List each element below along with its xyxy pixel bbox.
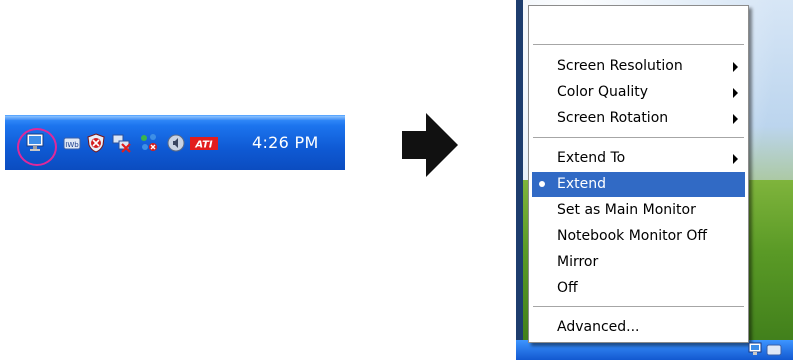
menu-separator xyxy=(533,137,744,139)
security-shield-icon[interactable] xyxy=(85,132,107,154)
menu-separator xyxy=(533,44,744,46)
menu-item-label: Set as Main Monitor xyxy=(557,202,696,218)
display-context-menu: Screen Resolution Color Quality Screen R… xyxy=(528,5,749,343)
menu-item-notebook-monitor-off[interactable]: Notebook Monitor Off xyxy=(532,224,745,249)
menu-item-set-as-main-monitor[interactable]: Set as Main Monitor xyxy=(532,198,745,223)
menu-item-label: Mirror xyxy=(557,254,599,270)
display-icon-highlight-ring xyxy=(17,128,57,166)
selected-bullet-icon xyxy=(539,181,545,187)
menu-item-label: Off xyxy=(557,280,578,296)
menu-item-color-quality[interactable]: Color Quality xyxy=(532,80,745,105)
screen-left-edge xyxy=(516,0,523,360)
system-clock[interactable]: 4:26 PM xyxy=(252,133,319,152)
network-status-icon[interactable] xyxy=(138,132,160,154)
menu-item-label: Screen Resolution xyxy=(557,58,683,74)
menu-item-label: Screen Rotation xyxy=(557,110,669,126)
menu-item-label: Extend xyxy=(557,176,606,192)
menu-item-advanced[interactable]: Advanced... xyxy=(532,315,745,340)
submenu-arrow-icon xyxy=(733,88,738,98)
menu-item-mirror[interactable]: Mirror xyxy=(532,250,745,275)
ati-icon[interactable]: ATI xyxy=(189,132,219,154)
right-arrow-icon xyxy=(402,113,458,177)
submenu-arrow-icon xyxy=(733,114,738,124)
menu-item-extend[interactable]: Extend xyxy=(532,172,745,197)
network-error-icon[interactable] xyxy=(111,132,133,154)
menu-item-screen-resolution[interactable]: Screen Resolution xyxy=(532,54,745,79)
svg-text:IWb: IWb xyxy=(65,141,79,149)
taskbar-top-highlight xyxy=(5,116,345,120)
svg-text:ATI: ATI xyxy=(194,140,213,151)
taskbar-tray: IWb ATI 4:26 PM xyxy=(5,115,345,170)
menu-item-extend-to[interactable]: Extend To xyxy=(532,146,745,171)
submenu-arrow-icon xyxy=(733,154,738,164)
menu-item-label: Color Quality xyxy=(557,84,649,100)
submenu-arrow-icon xyxy=(733,62,738,72)
mini-tray-icons xyxy=(748,342,782,356)
menu-item-screen-rotation[interactable]: Screen Rotation xyxy=(532,106,745,131)
menu-item-off[interactable]: Off xyxy=(532,276,745,301)
iwb-icon[interactable]: IWb xyxy=(63,132,81,154)
menu-item-label: Notebook Monitor Off xyxy=(557,228,708,244)
menu-separator xyxy=(533,306,744,308)
menu-item-label: Extend To xyxy=(557,150,626,166)
menu-item-label: Advanced... xyxy=(557,319,640,335)
speaker-icon[interactable] xyxy=(165,132,187,154)
